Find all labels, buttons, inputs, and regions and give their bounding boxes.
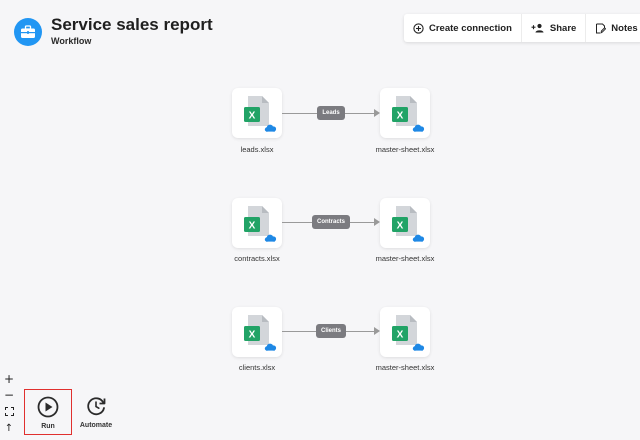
target-file-node[interactable]: X bbox=[380, 307, 430, 357]
create-connection-button[interactable]: Create connection bbox=[404, 14, 522, 42]
connection-chip[interactable]: Clients bbox=[316, 324, 346, 338]
add-user-icon bbox=[531, 23, 544, 33]
source-file-label: contracts.xlsx bbox=[234, 254, 280, 263]
page-subtitle: Workflow bbox=[51, 36, 92, 46]
connection-chip[interactable]: Leads bbox=[317, 106, 345, 120]
share-button[interactable]: Share bbox=[522, 14, 587, 42]
reset-view-button[interactable]: ↑ bbox=[2, 421, 16, 435]
zoom-in-button[interactable]: + bbox=[2, 372, 16, 386]
automate-label: Automate bbox=[79, 422, 113, 429]
create-connection-label: Create connection bbox=[429, 22, 512, 34]
toolbar: Create connection Share Notes bbox=[404, 14, 640, 42]
add-circle-icon bbox=[413, 22, 424, 34]
svg-text:X: X bbox=[397, 111, 404, 122]
excel-file-icon: X bbox=[244, 96, 269, 126]
automate-button[interactable]: Automate bbox=[72, 389, 120, 435]
briefcase-icon bbox=[14, 18, 42, 46]
source-file-node[interactable]: X bbox=[232, 198, 282, 248]
run-button[interactable]: Run bbox=[24, 389, 72, 435]
target-file-label: master-sheet.xlsx bbox=[375, 145, 435, 154]
target-file-label: master-sheet.xlsx bbox=[375, 363, 435, 372]
source-file-label: leads.xlsx bbox=[240, 145, 274, 154]
svg-text:X: X bbox=[397, 221, 404, 232]
excel-file-icon: X bbox=[392, 96, 417, 126]
svg-text:X: X bbox=[249, 330, 256, 341]
excel-file-icon: X bbox=[244, 206, 269, 236]
notes-label: Notes bbox=[611, 22, 638, 34]
automate-icon bbox=[87, 397, 106, 416]
svg-text:X: X bbox=[249, 111, 256, 122]
target-file-label: master-sheet.xlsx bbox=[375, 254, 435, 263]
excel-file-icon: X bbox=[392, 315, 417, 345]
source-file-node[interactable]: X bbox=[232, 307, 282, 357]
excel-file-icon: X bbox=[392, 206, 417, 236]
zoom-out-button[interactable]: − bbox=[2, 388, 16, 402]
share-label: Share bbox=[549, 22, 577, 34]
excel-file-icon: X bbox=[244, 315, 269, 345]
notes-button[interactable]: Notes bbox=[586, 14, 640, 42]
fit-view-button[interactable] bbox=[2, 404, 16, 418]
target-file-node[interactable]: X bbox=[380, 88, 430, 138]
fit-view-icon bbox=[4, 406, 14, 416]
page-title: Service sales report bbox=[51, 15, 213, 34]
play-circle-icon bbox=[37, 396, 59, 418]
target-file-node[interactable]: X bbox=[380, 198, 430, 248]
note-edit-icon bbox=[596, 23, 607, 34]
source-file-label: clients.xlsx bbox=[238, 363, 276, 372]
svg-text:X: X bbox=[397, 330, 404, 341]
connection-chip[interactable]: Contracts bbox=[312, 215, 350, 229]
run-label: Run bbox=[41, 423, 55, 430]
svg-text:X: X bbox=[249, 221, 256, 232]
source-file-node[interactable]: X bbox=[232, 88, 282, 138]
